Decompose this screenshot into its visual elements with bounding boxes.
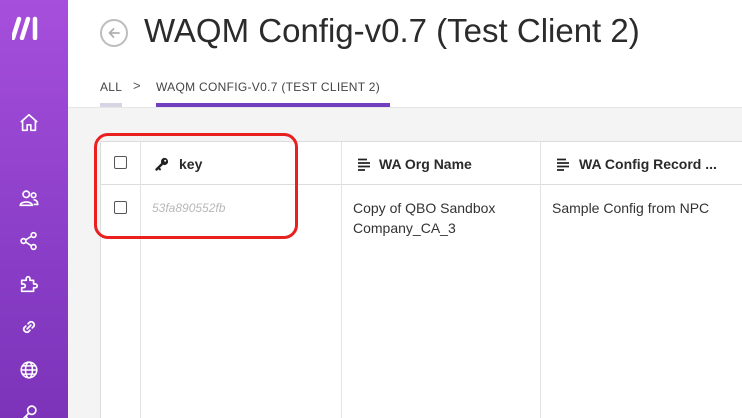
table-header: key WA Org Name WA Config Record ...: [101, 142, 742, 185]
breadcrumb-all[interactable]: ALL: [100, 80, 122, 94]
sidebar: [0, 0, 68, 418]
key-icon: [155, 157, 169, 171]
make-logo[interactable]: [10, 16, 48, 41]
column-header-key[interactable]: key: [179, 156, 202, 172]
column-header-wa-org-name[interactable]: WA Org Name: [379, 156, 472, 172]
column-divider: [540, 142, 541, 418]
column-divider: [341, 142, 342, 418]
home-icon[interactable]: [16, 110, 42, 136]
config-record-cell[interactable]: Sample Config from NPC: [552, 198, 727, 218]
link-icon[interactable]: [16, 314, 42, 340]
breadcrumb-separator: >: [133, 78, 141, 93]
data-table: key WA Org Name WA Config Record ... 53f…: [100, 141, 742, 418]
key-cell-placeholder[interactable]: 53fa890552fb: [152, 201, 225, 215]
row-checkbox[interactable]: [114, 201, 127, 214]
breadcrumb-current[interactable]: WAQM CONFIG-V0.7 (TEST CLIENT 2): [156, 80, 380, 94]
team-icon[interactable]: [16, 185, 42, 211]
org-name-cell[interactable]: Copy of QBO Sandbox Company_CA_3: [353, 198, 528, 238]
text-align-icon: [358, 158, 370, 171]
select-all-checkbox[interactable]: [114, 156, 127, 169]
share-icon[interactable]: [16, 228, 42, 254]
column-header-wa-config-record[interactable]: WA Config Record ...: [579, 156, 717, 172]
puzzle-icon[interactable]: [16, 271, 42, 297]
globe-icon[interactable]: [16, 357, 42, 383]
text-align-icon: [557, 158, 569, 171]
arrow-left-icon: [108, 28, 120, 38]
key-icon[interactable]: [16, 400, 42, 418]
column-divider: [140, 142, 141, 418]
page-title: WAQM Config-v0.7 (Test Client 2): [144, 12, 640, 49]
back-button[interactable]: [100, 19, 128, 47]
